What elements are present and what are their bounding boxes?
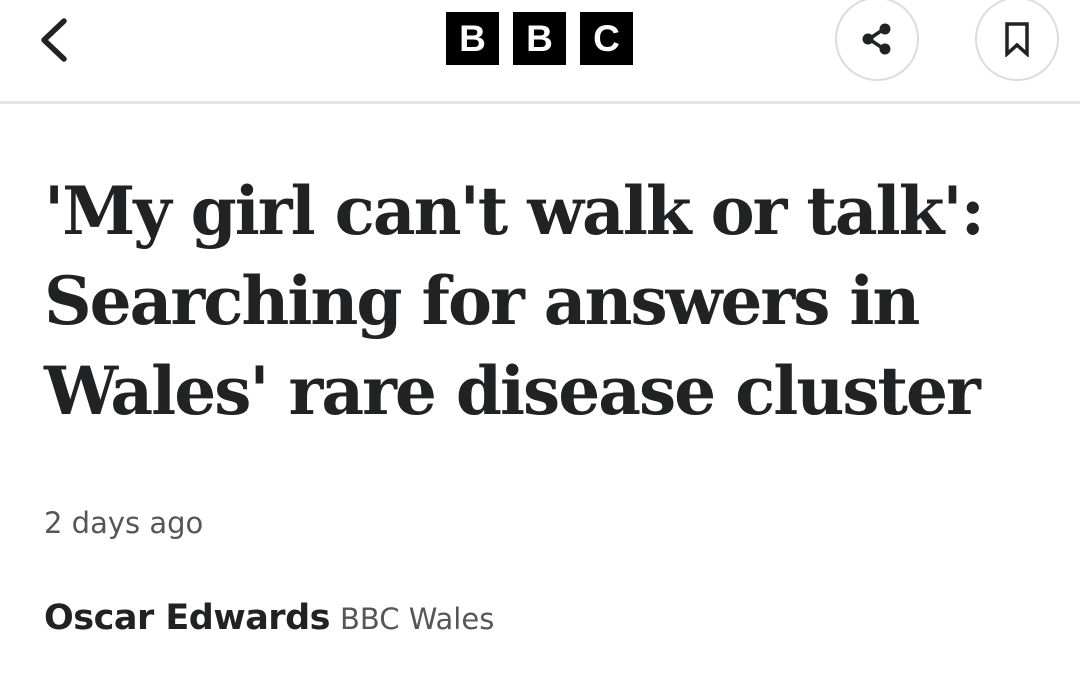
logo-letter-b1: B bbox=[446, 12, 499, 65]
chevron-left-icon bbox=[41, 18, 67, 62]
share-icon bbox=[862, 23, 891, 55]
author-outlet: BBC Wales bbox=[339, 602, 495, 636]
logo-letter-b2: B bbox=[513, 12, 566, 65]
logo-letter-c: C bbox=[580, 12, 633, 65]
byline: Oscar Edwards BBC Wales bbox=[44, 598, 494, 638]
bookmark-icon bbox=[1005, 22, 1029, 57]
article-timestamp: 2 days ago bbox=[44, 506, 204, 540]
share-button[interactable] bbox=[835, 0, 919, 81]
back-button[interactable] bbox=[22, 10, 86, 70]
author-name[interactable]: Oscar Edwards bbox=[44, 598, 330, 638]
article-headline: 'My girl can't walk or talk': Searching … bbox=[44, 172, 985, 430]
bookmark-button[interactable] bbox=[975, 0, 1059, 81]
bbc-logo[interactable]: B B C bbox=[446, 12, 633, 65]
top-navigation-bar: B B C bbox=[0, 0, 1080, 104]
